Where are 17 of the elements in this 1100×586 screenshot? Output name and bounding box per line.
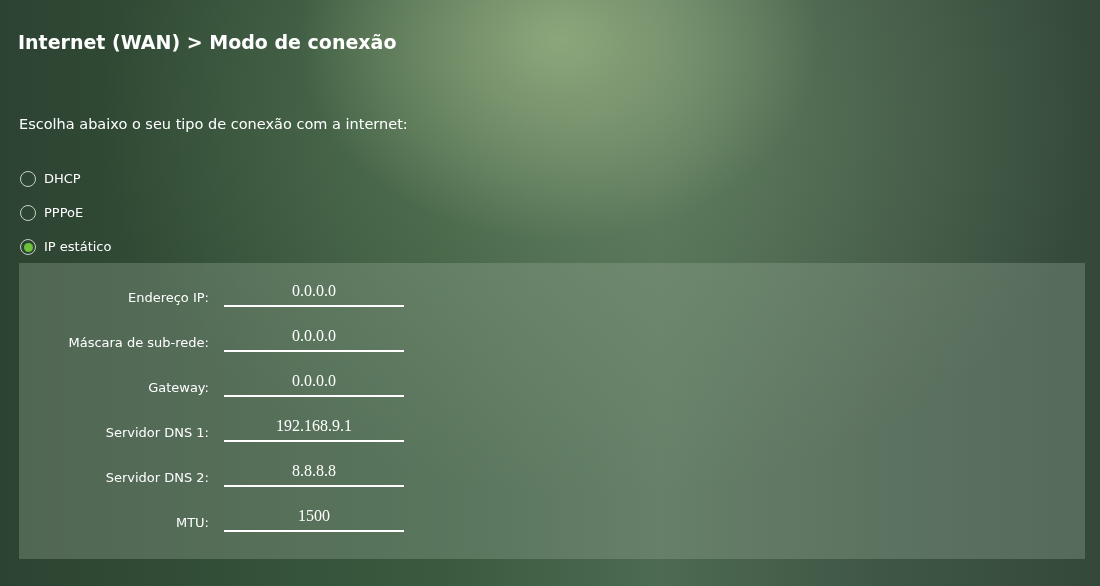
radio-label: IP estático — [44, 238, 112, 256]
field-label: Servidor DNS 1: — [105, 424, 209, 442]
input-field[interactable]: 0.0.0.0 — [224, 372, 404, 397]
field-label: Gateway: — [148, 379, 209, 397]
input-field[interactable]: 192.168.9.1 — [224, 417, 404, 442]
radio-label: PPPoE — [44, 204, 84, 222]
field-label: Servidor DNS 2: — [105, 469, 209, 487]
field-label: MTU: — [175, 514, 209, 532]
input-field[interactable]: 1500 — [224, 507, 404, 532]
input-field[interactable]: 0.0.0.0 — [224, 282, 404, 307]
input-field[interactable]: 0.0.0.0 — [224, 327, 404, 352]
radio-label: DHCP — [44, 170, 81, 188]
page-title: Internet (WAN) > Modo de conexão — [18, 30, 398, 55]
field-label: Endereço IP: — [127, 289, 209, 307]
instruction-text: Escolha abaixo o seu tipo de conexão com a internet: — [19, 115, 409, 134]
field-label: Máscara de sub-rede: — [68, 334, 209, 352]
input-field[interactable]: 8.8.8.8 — [224, 462, 404, 487]
